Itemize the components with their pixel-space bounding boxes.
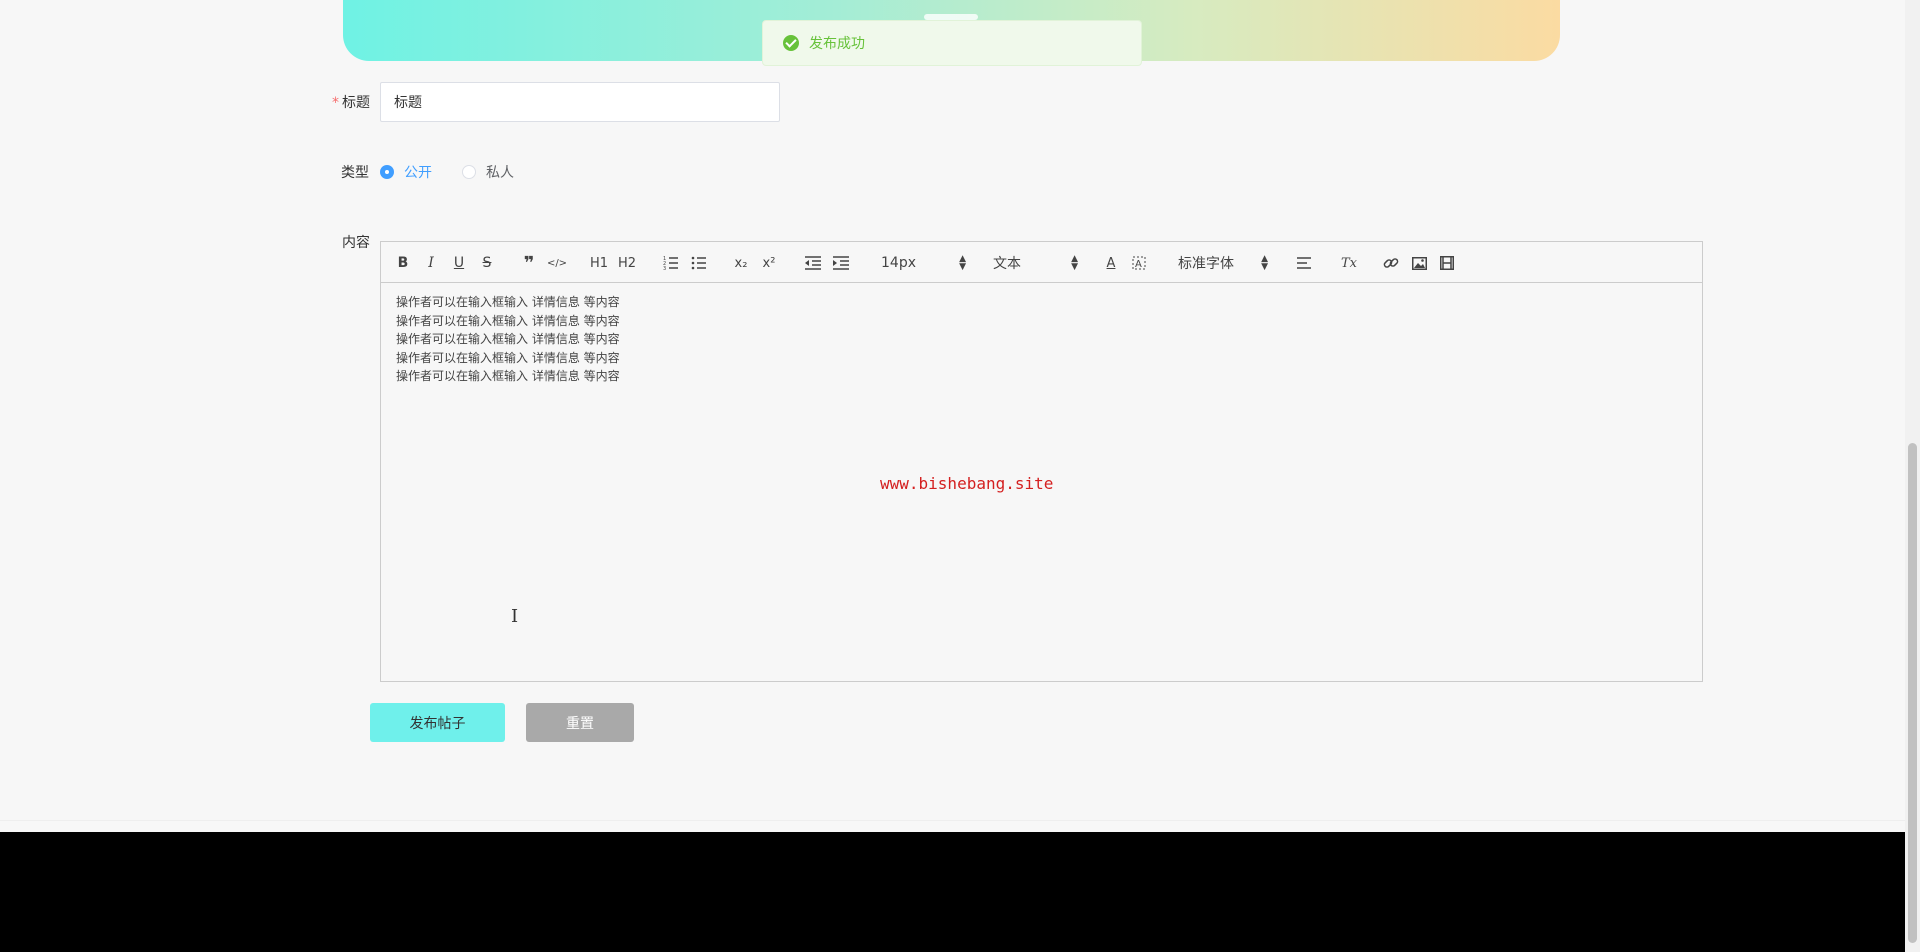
header-select-value: 文本 bbox=[993, 256, 1021, 272]
content-line: 操作者可以在输入框输入 详情信息 等内容 bbox=[396, 369, 620, 383]
check-circle-icon bbox=[783, 35, 799, 51]
underline-button[interactable]: U bbox=[449, 253, 469, 273]
text-color-button[interactable]: A bbox=[1101, 253, 1121, 273]
indent-icon[interactable] bbox=[831, 253, 851, 273]
page-scrollbar[interactable] bbox=[1905, 0, 1920, 952]
align-icon[interactable] bbox=[1295, 253, 1315, 273]
content-line: 操作者可以在输入框输入 详情信息 等内容 bbox=[396, 295, 620, 309]
reset-button[interactable]: 重置 bbox=[526, 703, 634, 742]
bullet-list-icon[interactable] bbox=[689, 253, 709, 273]
content-line: 操作者可以在输入框输入 详情信息 等内容 bbox=[396, 350, 620, 365]
radio-public-label: 公开 bbox=[404, 165, 432, 181]
ordered-list-icon[interactable]: 123 bbox=[661, 253, 681, 273]
radio-private-dot bbox=[462, 165, 476, 179]
link-icon[interactable] bbox=[1381, 253, 1401, 273]
svg-text:3: 3 bbox=[663, 266, 666, 270]
type-label: 类型 bbox=[341, 165, 369, 181]
content-line: 操作者可以在输入框输入 详情信息 等内容 bbox=[396, 313, 620, 328]
clear-format-button[interactable]: Tx bbox=[1339, 253, 1359, 273]
video-icon[interactable] bbox=[1437, 253, 1457, 273]
title-label-text: 标题 bbox=[342, 95, 370, 111]
font-size-select[interactable]: 14px ▲ ▼ bbox=[881, 253, 966, 273]
select-arrows-icon: ▲ ▼ bbox=[1261, 254, 1268, 272]
subscript-button[interactable]: x₂ bbox=[731, 253, 751, 273]
radio-public[interactable]: 公开 bbox=[380, 162, 432, 182]
rich-text-editor: B I U S ❞ </> H1 H2 123 x₂ x² 14px ▲ ▼ 文本… bbox=[380, 241, 1703, 682]
superscript-button[interactable]: x² bbox=[759, 253, 779, 273]
publish-button[interactable]: 发布帖子 bbox=[370, 703, 505, 742]
outdent-icon[interactable] bbox=[803, 253, 823, 273]
content-label: 内容 bbox=[342, 235, 370, 251]
svg-text:A: A bbox=[1135, 259, 1142, 270]
font-family-value: 标准字体 bbox=[1178, 256, 1234, 272]
radio-private[interactable]: 私人 bbox=[462, 162, 514, 182]
required-mark: * bbox=[332, 95, 339, 111]
success-toast: 发布成功 bbox=[762, 20, 1142, 66]
editor-content[interactable]: 操作者可以在输入框输入 详情信息 等内容 操作者可以在输入框输入 详情信息 等内… bbox=[381, 283, 1702, 396]
radio-public-dot bbox=[380, 165, 394, 179]
watermark-text: www.bishebang.site bbox=[880, 474, 1054, 493]
font-size-value: 14px bbox=[881, 255, 916, 271]
bold-button[interactable]: B bbox=[393, 253, 413, 273]
header-select[interactable]: 文本 ▲ ▼ bbox=[993, 253, 1078, 273]
title-label: * 标题 bbox=[332, 92, 370, 112]
select-arrows-icon: ▲ ▼ bbox=[1071, 254, 1078, 272]
font-family-select[interactable]: 标准字体 ▲ ▼ bbox=[1178, 253, 1268, 273]
title-input[interactable] bbox=[380, 82, 780, 122]
select-arrows-icon: ▲ ▼ bbox=[959, 254, 966, 272]
image-icon[interactable] bbox=[1409, 253, 1429, 273]
footer bbox=[0, 832, 1905, 952]
h1-button[interactable]: H1 bbox=[589, 253, 609, 273]
toast-message: 发布成功 bbox=[809, 36, 865, 52]
scrollbar-thumb[interactable] bbox=[1908, 443, 1917, 943]
background-color-icon[interactable]: A bbox=[1129, 253, 1149, 273]
blockquote-icon[interactable]: ❞ bbox=[519, 253, 539, 274]
italic-button[interactable]: I bbox=[421, 253, 441, 273]
radio-private-label: 私人 bbox=[486, 165, 514, 181]
editor-toolbar: B I U S ❞ </> H1 H2 123 x₂ x² 14px ▲ ▼ 文本… bbox=[381, 242, 1702, 283]
h2-button[interactable]: H2 bbox=[617, 253, 637, 273]
code-icon[interactable]: </> bbox=[547, 253, 567, 273]
footer-divider bbox=[0, 820, 1905, 821]
content-line: 操作者可以在输入框输入 详情信息 等内容 bbox=[396, 332, 620, 346]
strike-button[interactable]: S bbox=[477, 253, 497, 273]
text-cursor-icon: I bbox=[511, 606, 519, 627]
